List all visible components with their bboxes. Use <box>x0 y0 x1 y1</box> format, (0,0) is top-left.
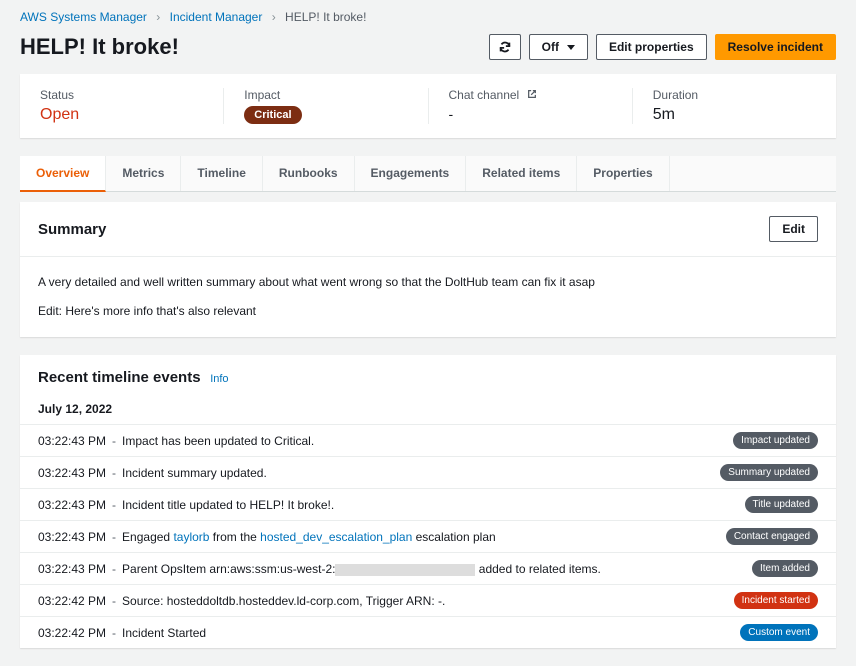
timeline-rows: 03:22:43 PM-Impact has been updated to C… <box>20 424 836 648</box>
timeline-desc: Incident title updated to HELP! It broke… <box>122 498 745 512</box>
external-link-icon[interactable] <box>527 89 537 99</box>
event-badge: Item added <box>752 560 818 577</box>
timeline-sep: - <box>112 498 116 512</box>
info-link[interactable]: Info <box>210 373 228 385</box>
page-header: HELP! It broke! Off Edit properties Reso… <box>0 28 856 74</box>
timeline-title: Recent timeline events <box>38 369 201 386</box>
summary-section: Summary Edit A very detailed and well wr… <box>20 202 836 337</box>
header-actions: Off Edit properties Resolve incident <box>489 34 836 60</box>
timeline-desc: Impact has been updated to Critical. <box>122 434 733 448</box>
timeline-link[interactable]: hosted_dev_escalation_plan <box>260 530 412 544</box>
breadcrumb-sep: › <box>272 10 276 24</box>
timeline-header: Recent timeline events Info <box>20 355 836 392</box>
status-col-impact: Impact Critical <box>223 88 427 124</box>
chat-label: Chat channel <box>449 88 612 102</box>
edit-properties-button[interactable]: Edit properties <box>596 34 707 60</box>
resolve-incident-button[interactable]: Resolve incident <box>715 34 836 60</box>
timeline-desc: Source: hosteddoltdb.hosteddev.ld-corp.c… <box>122 594 734 608</box>
impact-badge: Critical <box>244 106 301 124</box>
timeline-row: 03:22:43 PM-Impact has been updated to C… <box>20 424 836 456</box>
event-badge: Summary updated <box>720 464 818 481</box>
refresh-icon <box>498 40 512 54</box>
timeline-time: 03:22:43 PM <box>38 562 106 576</box>
tab-runbooks[interactable]: Runbooks <box>263 156 355 191</box>
timeline-time: 03:22:42 PM <box>38 626 106 640</box>
timeline-desc: Engaged taylorb from the hosted_dev_esca… <box>122 530 726 544</box>
breadcrumb-sep: › <box>156 10 160 24</box>
breadcrumb-current: HELP! It broke! <box>285 10 366 24</box>
status-label: Status <box>40 88 203 102</box>
status-col-status: Status Open <box>20 88 223 124</box>
timeline-sep: - <box>112 466 116 480</box>
timeline-sep: - <box>112 626 116 640</box>
timeline-sep: - <box>112 530 116 544</box>
off-dropdown[interactable]: Off <box>529 34 588 60</box>
timeline-sep: - <box>112 562 116 576</box>
timeline-row: 03:22:43 PM-Engaged taylorb from the hos… <box>20 520 836 552</box>
chat-label-text: Chat channel <box>449 88 520 102</box>
breadcrumb-parent[interactable]: Incident Manager <box>170 10 263 24</box>
timeline-desc: Parent OpsItem arn:aws:ssm:us-west-2: ad… <box>122 562 752 576</box>
page-title: HELP! It broke! <box>20 34 179 60</box>
timeline-date: July 12, 2022 <box>20 392 836 424</box>
event-badge: Custom event <box>740 624 818 641</box>
tab-timeline[interactable]: Timeline <box>181 156 262 191</box>
timeline-time: 03:22:42 PM <box>38 594 106 608</box>
timeline-desc: Incident Started <box>122 626 740 640</box>
chevron-down-icon <box>567 45 575 50</box>
status-col-duration: Duration 5m <box>632 88 836 124</box>
status-panel: Status Open Impact Critical Chat channel… <box>20 74 836 138</box>
timeline-link[interactable]: taylorb <box>173 530 209 544</box>
tab-engagements[interactable]: Engagements <box>355 156 467 191</box>
timeline-row: 03:22:43 PM-Incident summary updated.Sum… <box>20 456 836 488</box>
duration-label: Duration <box>653 88 816 102</box>
event-badge: Impact updated <box>733 432 818 449</box>
summary-title: Summary <box>38 221 106 238</box>
timeline-row: 03:22:43 PM-Incident title updated to HE… <box>20 488 836 520</box>
edit-summary-button[interactable]: Edit <box>769 216 818 242</box>
timeline-section: Recent timeline events Info July 12, 202… <box>20 355 836 648</box>
timeline-time: 03:22:43 PM <box>38 498 106 512</box>
chat-value: - <box>449 106 612 122</box>
event-badge: Incident started <box>734 592 818 609</box>
summary-text-2: Edit: Here's more info that's also relev… <box>38 302 818 321</box>
timeline-sep: - <box>112 434 116 448</box>
tab-overview[interactable]: Overview <box>20 156 106 192</box>
redacted-text <box>335 564 475 576</box>
summary-text-1: A very detailed and well written summary… <box>38 273 818 292</box>
off-label: Off <box>542 40 559 54</box>
timeline-row: 03:22:42 PM-Source: hosteddoltdb.hostedd… <box>20 584 836 616</box>
timeline-time: 03:22:43 PM <box>38 434 106 448</box>
tabs: OverviewMetricsTimelineRunbooksEngagemen… <box>20 156 836 192</box>
breadcrumb-root[interactable]: AWS Systems Manager <box>20 10 147 24</box>
tab-related-items[interactable]: Related items <box>466 156 577 191</box>
timeline-row: 03:22:43 PM-Parent OpsItem arn:aws:ssm:u… <box>20 552 836 584</box>
status-col-chat: Chat channel - <box>428 88 632 124</box>
summary-body: A very detailed and well written summary… <box>20 257 836 337</box>
timeline-time: 03:22:43 PM <box>38 466 106 480</box>
event-badge: Contact engaged <box>726 528 818 545</box>
status-value: Open <box>40 106 203 124</box>
timeline-row: 03:22:42 PM-Incident StartedCustom event <box>20 616 836 648</box>
tab-metrics[interactable]: Metrics <box>106 156 181 191</box>
timeline-desc: Incident summary updated. <box>122 466 720 480</box>
timeline-time: 03:22:43 PM <box>38 530 106 544</box>
event-badge: Title updated <box>745 496 818 513</box>
summary-header: Summary Edit <box>20 202 836 257</box>
duration-value: 5m <box>653 106 816 124</box>
refresh-button[interactable] <box>489 34 521 60</box>
tab-properties[interactable]: Properties <box>577 156 669 191</box>
timeline-sep: - <box>112 594 116 608</box>
impact-label: Impact <box>244 88 407 102</box>
breadcrumb: AWS Systems Manager › Incident Manager ›… <box>0 0 856 28</box>
